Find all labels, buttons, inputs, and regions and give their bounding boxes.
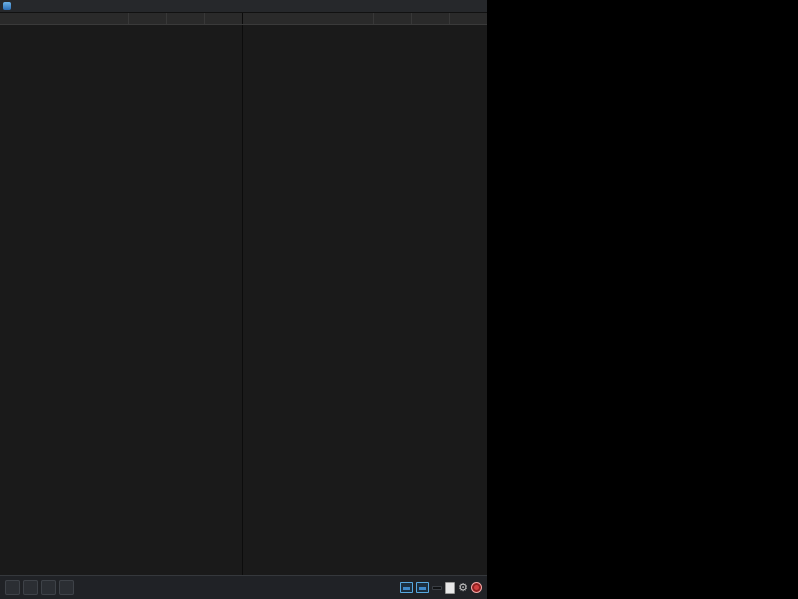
column-header-sensor[interactable] [243,13,373,24]
column-header-maximum[interactable] [449,13,487,24]
report-button[interactable] [445,581,456,594]
nav-arrow-up-button[interactable] [41,580,56,595]
sensor-list-left [0,25,243,575]
sensor-list-right [243,25,487,575]
title-bar[interactable] [0,0,487,13]
sensor-status-window: ⚙ [0,0,488,599]
show-graphs-button[interactable] [400,582,414,593]
gear-icon: ⚙ [458,581,468,594]
column-header-minimum[interactable] [411,13,449,24]
column-header-current[interactable] [373,13,411,24]
screen: ⚙ [0,0,798,599]
column-header-sensor[interactable] [0,13,128,24]
column-header-group-right [243,13,487,24]
hwinfo-app-icon [3,2,11,10]
uptime-clock [432,585,443,590]
graph-column [488,0,798,599]
nav-arrow-down-button[interactable] [23,580,38,595]
column-header-minimum[interactable] [166,13,204,24]
column-header-group-left [0,13,243,24]
tray-button[interactable] [416,582,430,593]
nav-arrow-left-button[interactable] [5,580,20,595]
settings-button[interactable]: ⚙ [458,582,468,594]
nav-arrow-right-button[interactable] [59,580,74,595]
logging-button[interactable] [471,582,482,593]
column-header-maximum[interactable] [204,13,242,24]
column-headers [0,13,487,25]
column-header-current[interactable] [128,13,166,24]
sensor-table-body [0,25,487,575]
bottom-toolbar: ⚙ [0,575,487,599]
